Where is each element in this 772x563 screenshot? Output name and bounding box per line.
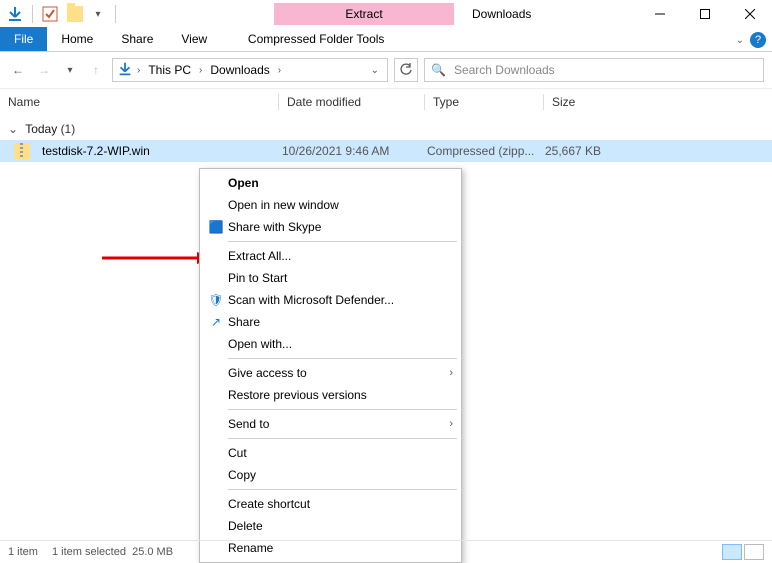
- menu-restore-versions[interactable]: Restore previous versions: [202, 384, 459, 406]
- group-today[interactable]: ⌄ Today (1): [0, 114, 772, 140]
- menu-open[interactable]: Open: [202, 172, 459, 194]
- navigation-bar: ← → ▾ ↑ › This PC › Downloads › ⌄ 🔍: [0, 52, 772, 88]
- menu-separator: [228, 438, 457, 439]
- window-controls: [637, 0, 772, 28]
- breadcrumb-downloads[interactable]: Downloads: [206, 63, 273, 77]
- menu-share-skype[interactable]: 🟦Share with Skype: [202, 216, 459, 238]
- column-size[interactable]: Size: [544, 95, 664, 109]
- address-dropdown-icon[interactable]: ⌄: [367, 65, 383, 76]
- menu-create-shortcut[interactable]: Create shortcut: [202, 493, 459, 515]
- chevron-right-icon[interactable]: ›: [135, 65, 142, 76]
- thumbnails-view-button[interactable]: [744, 544, 764, 560]
- menu-pin-to-start[interactable]: Pin to Start: [202, 267, 459, 289]
- back-button[interactable]: ←: [8, 60, 28, 80]
- context-menu: Open Open in new window 🟦Share with Skyp…: [199, 168, 462, 563]
- tab-share[interactable]: Share: [107, 27, 167, 51]
- maximize-button[interactable]: [682, 0, 727, 28]
- title-bar: ▾ Extract Downloads: [0, 0, 772, 28]
- tab-compressed-tools[interactable]: Compressed Folder Tools: [226, 27, 406, 51]
- menu-share[interactable]: ↗Share: [202, 311, 459, 333]
- file-row[interactable]: testdisk-7.2-WIP.win 10/26/2021 9:46 AM …: [0, 140, 772, 162]
- file-name: testdisk-7.2-WIP.win: [38, 144, 278, 158]
- menu-open-new-window[interactable]: Open in new window: [202, 194, 459, 216]
- minimize-button[interactable]: [637, 0, 682, 28]
- refresh-button[interactable]: [394, 58, 418, 82]
- submenu-arrow-icon: ›: [449, 418, 455, 430]
- column-type[interactable]: Type: [425, 95, 543, 109]
- help-icon[interactable]: ?: [750, 32, 766, 48]
- recent-locations-icon[interactable]: ▾: [60, 60, 80, 80]
- address-bar[interactable]: › This PC › Downloads › ⌄: [112, 58, 388, 82]
- menu-separator: [228, 489, 457, 490]
- tab-view[interactable]: View: [167, 27, 221, 51]
- share-icon: ↗: [206, 315, 226, 329]
- breadcrumb-this-pc[interactable]: This PC: [144, 63, 195, 77]
- search-input[interactable]: [452, 62, 757, 78]
- search-box[interactable]: 🔍: [424, 58, 764, 82]
- menu-give-access[interactable]: Give access to›: [202, 362, 459, 384]
- separator: [32, 5, 33, 23]
- chevron-right-icon[interactable]: ›: [197, 65, 204, 76]
- menu-cut[interactable]: Cut: [202, 442, 459, 464]
- properties-check-icon[interactable]: [39, 3, 61, 25]
- close-button[interactable]: [727, 0, 772, 28]
- menu-delete[interactable]: Delete: [202, 515, 459, 537]
- status-item-count: 1 item: [8, 546, 38, 558]
- status-selection: 1 item selected 25.0 MB: [52, 546, 173, 558]
- file-size: 25,667 KB: [541, 144, 661, 158]
- chevron-right-icon[interactable]: ›: [276, 65, 283, 76]
- ribbon-tabs: File Home Share View Compressed Folder T…: [0, 28, 772, 52]
- view-switcher: [722, 544, 764, 560]
- menu-scan-defender[interactable]: 🛡Scan with Microsoft Defender...: [202, 289, 459, 311]
- submenu-arrow-icon: ›: [449, 367, 455, 379]
- download-arrow-icon[interactable]: [4, 3, 26, 25]
- window-title: Downloads: [472, 3, 531, 25]
- chevron-down-icon: ⌄: [8, 122, 18, 136]
- menu-send-to[interactable]: Send to›: [202, 413, 459, 435]
- file-type: Compressed (zipp...: [423, 144, 541, 158]
- ribbon-collapse-icon[interactable]: ⌄: [736, 35, 744, 46]
- column-date[interactable]: Date modified: [279, 95, 424, 109]
- qat-customize-icon[interactable]: ▾: [87, 3, 109, 25]
- annotation-arrow: [102, 248, 212, 268]
- menu-open-with[interactable]: Open with...: [202, 333, 459, 355]
- menu-separator: [228, 409, 457, 410]
- column-name[interactable]: Name: [0, 95, 278, 109]
- separator: [115, 5, 116, 23]
- shield-icon: 🛡: [206, 293, 226, 307]
- forward-button[interactable]: →: [34, 60, 54, 80]
- skype-icon: 🟦: [206, 220, 226, 234]
- quick-access-toolbar: ▾: [0, 3, 124, 25]
- up-button[interactable]: ↑: [86, 60, 106, 80]
- tab-file[interactable]: File: [0, 27, 47, 51]
- zip-file-icon: [14, 143, 34, 159]
- tab-home[interactable]: Home: [47, 27, 107, 51]
- group-count: (1): [61, 122, 76, 136]
- contextual-tab-header: Extract: [274, 3, 454, 25]
- file-date: 10/26/2021 9:46 AM: [278, 144, 423, 158]
- column-headers: Name Date modified Type Size: [0, 88, 772, 114]
- group-label: Today: [25, 122, 57, 136]
- download-arrow-icon: [117, 61, 133, 80]
- details-view-button[interactable]: [722, 544, 742, 560]
- menu-separator: [228, 358, 457, 359]
- search-icon: 🔍: [431, 63, 446, 77]
- menu-separator: [228, 241, 457, 242]
- folder-icon[interactable]: [63, 3, 85, 25]
- menu-copy[interactable]: Copy: [202, 464, 459, 486]
- menu-extract-all[interactable]: Extract All...: [202, 245, 459, 267]
- status-bar: 1 item 1 item selected 25.0 MB: [0, 540, 772, 562]
